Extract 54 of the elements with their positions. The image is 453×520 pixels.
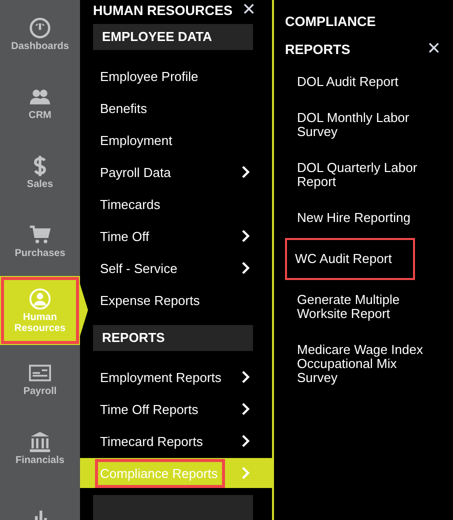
- menu-item[interactable]: Employee Profile: [80, 60, 272, 92]
- menu-item-label: Timecard Reports: [99, 432, 204, 451]
- person-icon: [29, 288, 51, 310]
- submenu-item[interactable]: Generate Multiple Worksite Report: [285, 284, 441, 330]
- menu-item[interactable]: Timecards: [80, 188, 272, 220]
- cart-icon: [29, 224, 51, 246]
- menu-item[interactable]: Time Off: [80, 220, 272, 252]
- menu-item-label: Employment: [99, 132, 174, 150]
- menu-item[interactable]: Timecard Reports: [80, 425, 272, 457]
- menu-item[interactable]: Employment Reports: [80, 361, 272, 393]
- submenu-item[interactable]: Medicare Wage Index Occupational Mix Survey: [285, 334, 441, 394]
- menu-item[interactable]: Time Off Reports: [80, 393, 272, 425]
- menu-item-label: Employee Profile: [99, 68, 200, 86]
- menu-item[interactable]: Expense Reports: [80, 284, 272, 316]
- menu-item[interactable]: Employment: [80, 124, 272, 156]
- rail-label: Payroll: [23, 386, 57, 397]
- rail-label: Dashboards: [11, 41, 69, 52]
- rail-label: Financials: [16, 455, 64, 466]
- rail-label: CRM: [28, 110, 52, 121]
- rail-item[interactable]: Sales: [0, 138, 80, 207]
- rail-item[interactable]: Payroll: [0, 345, 80, 414]
- rail-item[interactable]: Dashboards: [0, 0, 80, 69]
- menu-item-label: Expense Reports: [99, 292, 201, 310]
- rail-item[interactable]: Purchases: [0, 207, 80, 276]
- menu-item-label: Compliance Reports: [95, 458, 225, 488]
- check-icon: [29, 362, 51, 384]
- submenu-item[interactable]: WC Audit Report: [285, 238, 415, 280]
- menu-item[interactable]: Payroll Data: [80, 156, 272, 188]
- panel-title: HUMAN RESOURCES: [93, 2, 233, 18]
- submenu-item[interactable]: New Hire Reporting: [285, 202, 441, 234]
- rail-label: Purchases: [14, 248, 66, 259]
- rail-label: Sales: [26, 179, 54, 190]
- menu-item-label: Benefits: [99, 100, 148, 118]
- rail-label: Human Resources: [13, 312, 67, 334]
- bank-icon: [29, 431, 51, 453]
- rail-item[interactable]: CRM: [0, 69, 80, 138]
- close-button[interactable]: ✕: [426, 39, 441, 59]
- submenu-item[interactable]: DOL Quarterly Labor Report: [285, 152, 441, 198]
- menu-item-label: Employment Reports: [99, 368, 222, 387]
- submenu-item[interactable]: DOL Monthly Labor Survey: [285, 102, 441, 148]
- rail-item[interactable]: Financials: [0, 414, 80, 483]
- panel-title: COMPLIANCE REPORTS: [285, 13, 377, 59]
- close-button[interactable]: ✕: [242, 0, 256, 20]
- menu-item-label: Self - Service: [99, 260, 178, 278]
- menu-item-label: Timecards: [99, 196, 162, 214]
- menu-item-label: Time Off Reports: [99, 400, 200, 419]
- section-header: REPORTS: [93, 325, 253, 351]
- submenu-item[interactable]: DOL Audit Report: [285, 66, 441, 98]
- menu-item[interactable]: Benefits: [80, 92, 272, 124]
- section-header: EMPLOYEE DATA: [93, 24, 253, 50]
- menu-item[interactable]: Self - Service: [80, 252, 272, 284]
- gauge-icon: [29, 17, 51, 39]
- menu-item-label: Time Off: [99, 228, 150, 246]
- menu-item-label: Payroll Data: [99, 164, 172, 182]
